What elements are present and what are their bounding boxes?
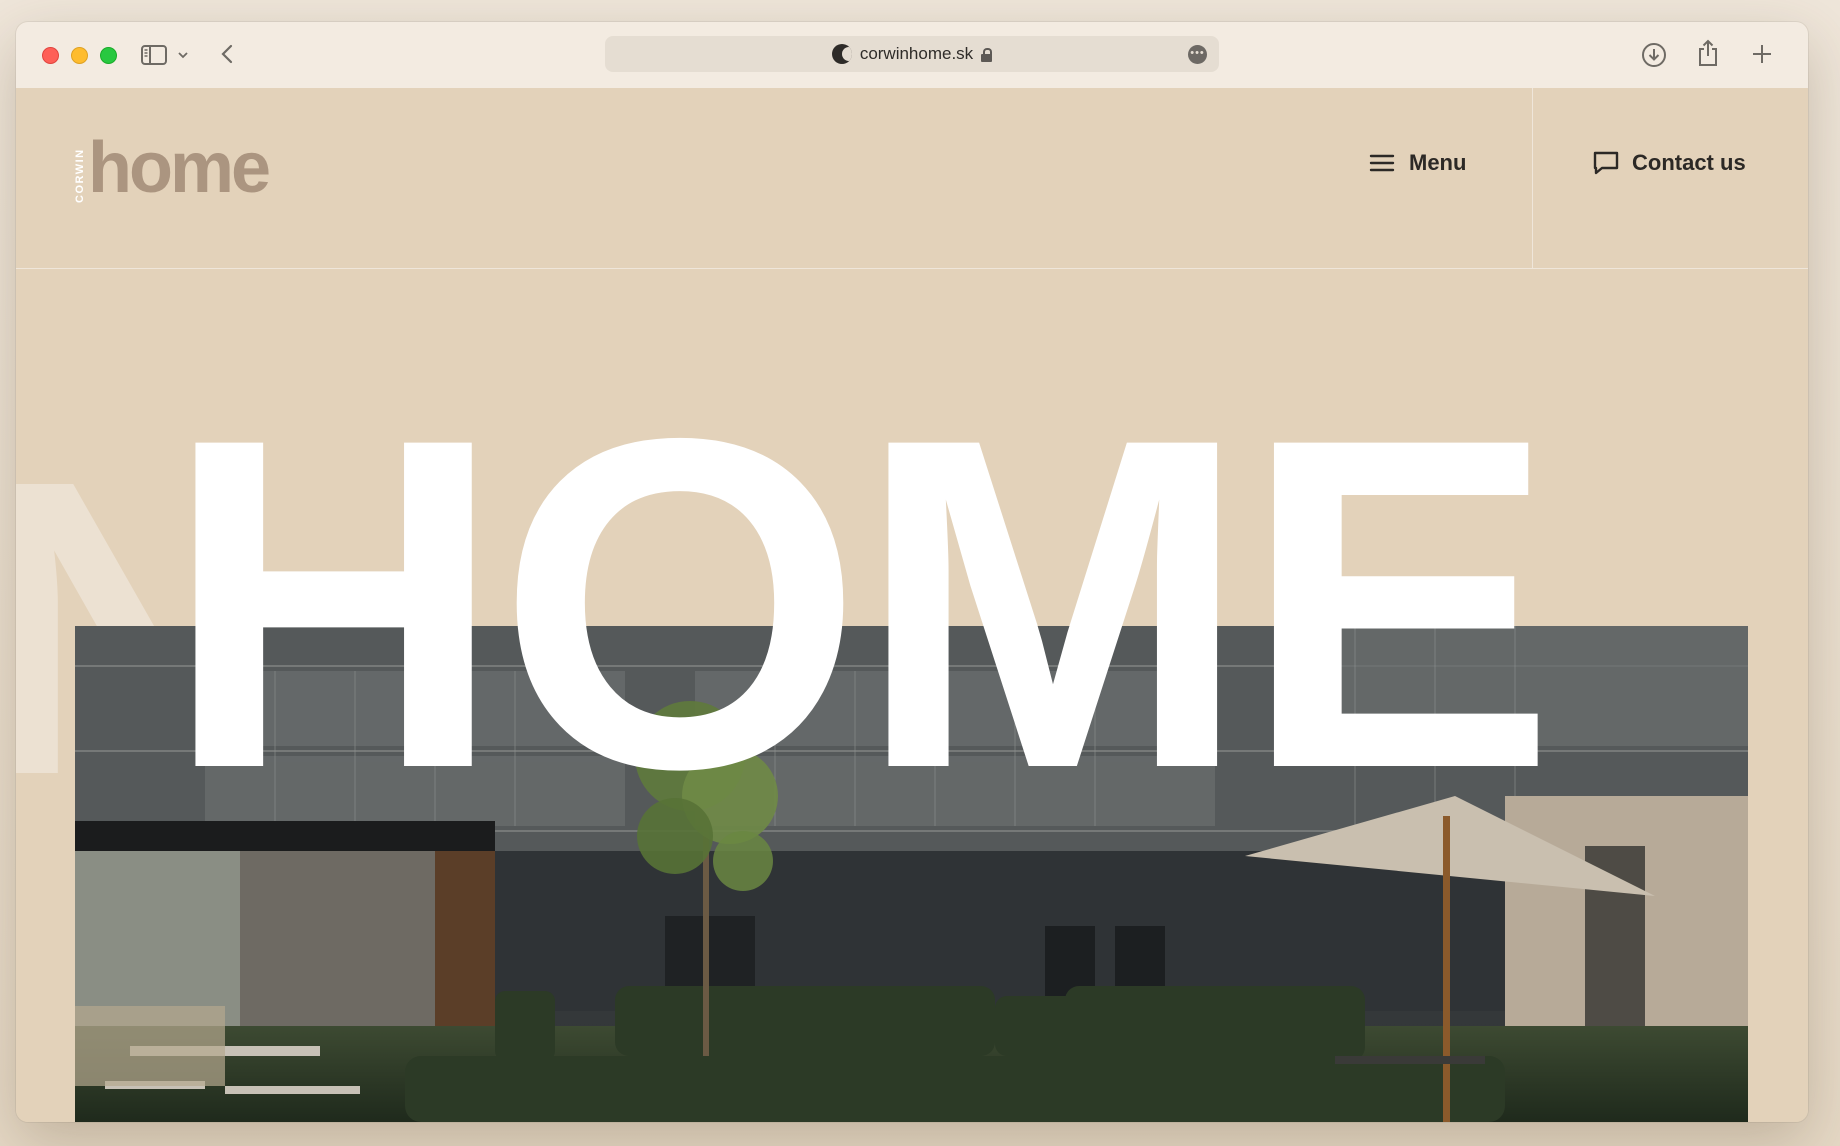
lock-icon: [981, 47, 993, 62]
browser-toolbar: corwinhome.sk •••: [16, 22, 1808, 89]
sidebar-toggle-button[interactable]: [141, 45, 167, 65]
site-favicon-icon: [831, 44, 852, 64]
back-button[interactable]: [221, 44, 233, 64]
chevron-left-icon: [221, 44, 233, 64]
share-icon: [1699, 39, 1717, 66]
share-button[interactable]: [1697, 39, 1719, 67]
address-bar[interactable]: corwinhome.sk •••: [605, 36, 1219, 72]
download-icon: [1642, 43, 1666, 67]
hero-section: N: [16, 269, 1808, 1122]
minimize-window-button[interactable]: [71, 47, 88, 64]
contact-label: Contact us: [1632, 150, 1746, 175]
downloads-button[interactable]: [1641, 42, 1667, 68]
chat-bubble-icon: [1593, 151, 1619, 175]
zoom-window-button[interactable]: [100, 47, 117, 64]
close-window-button[interactable]: [42, 47, 59, 64]
page-menu-button[interactable]: •••: [1188, 45, 1207, 64]
window-controls: [42, 47, 117, 64]
sidebar-dropdown-button[interactable]: [178, 52, 188, 59]
menu-label: Menu: [1409, 150, 1467, 175]
hero-headline: HOME: [164, 341, 1556, 866]
contact-us-button[interactable]: Contact us: [1592, 150, 1746, 176]
menu-button[interactable]: Menu: [1369, 150, 1466, 176]
new-tab-button[interactable]: [1751, 43, 1773, 65]
site-header: CORWIN home Menu Contact us: [16, 88, 1808, 269]
browser-window: corwinhome.sk ••• CORWIN home Menu Conta…: [16, 22, 1808, 1122]
ellipsis-icon: •••: [1190, 47, 1205, 59]
logo-brand-small: CORWIN: [74, 148, 86, 204]
header-divider: [1532, 88, 1533, 268]
logo-wordmark: home: [88, 128, 271, 208]
plus-icon: [1753, 45, 1771, 63]
chevron-down-icon: [178, 52, 188, 59]
sidebar-icon: [141, 45, 167, 65]
hamburger-icon: [1369, 154, 1395, 172]
url-text: corwinhome.sk: [859, 44, 974, 63]
